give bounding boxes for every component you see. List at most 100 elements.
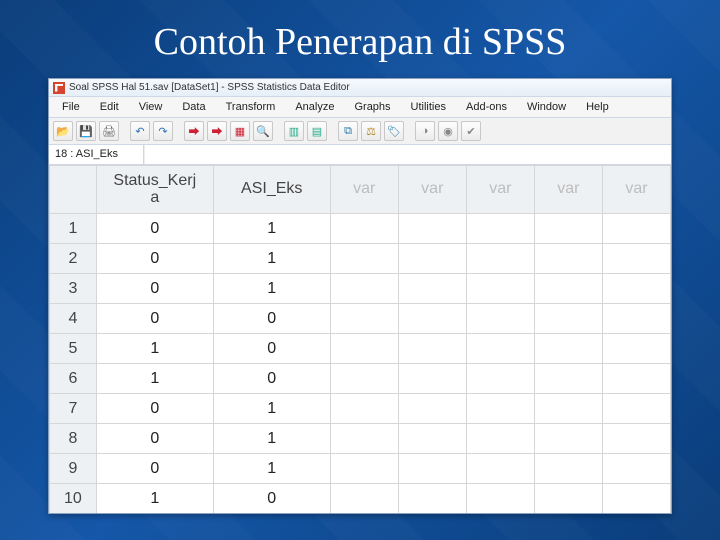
menu-file[interactable]: File [53,99,89,115]
empty-cell[interactable] [534,334,602,364]
empty-cell[interactable] [534,274,602,304]
col-var[interactable]: var [602,166,670,214]
row-header[interactable]: 2 [50,244,97,274]
empty-cell[interactable] [602,334,670,364]
empty-cell[interactable] [602,424,670,454]
empty-cell[interactable] [602,244,670,274]
empty-cell[interactable] [534,484,602,514]
open-icon[interactable]: 📂 [53,121,73,141]
empty-cell[interactable] [330,274,398,304]
spellcheck-icon[interactable]: ✔ [461,121,481,141]
data-cell[interactable]: 0 [96,394,213,424]
empty-cell[interactable] [398,484,466,514]
row-header[interactable]: 9 [50,454,97,484]
empty-cell[interactable] [330,304,398,334]
empty-cell[interactable] [602,394,670,424]
data-cell[interactable]: 0 [96,454,213,484]
menu-edit[interactable]: Edit [91,99,128,115]
data-cell[interactable]: 0 [96,304,213,334]
table-row[interactable]: 201 [50,244,671,274]
redo-icon[interactable]: ↷ [153,121,173,141]
empty-cell[interactable] [466,424,534,454]
empty-cell[interactable] [330,364,398,394]
menu-data[interactable]: Data [173,99,214,115]
empty-cell[interactable] [534,244,602,274]
menu-graphs[interactable]: Graphs [345,99,399,115]
col-status-kerja[interactable]: Status_Kerja [96,166,213,214]
empty-cell[interactable] [466,274,534,304]
data-cell[interactable]: 0 [96,214,213,244]
empty-cell[interactable] [330,334,398,364]
empty-cell[interactable] [534,454,602,484]
empty-cell[interactable] [398,394,466,424]
data-grid[interactable]: Status_Kerja ASI_Eks var var var var var… [49,165,671,513]
row-header[interactable]: 10 [50,484,97,514]
empty-cell[interactable] [602,304,670,334]
goto-var-icon[interactable]: ⮕ [207,121,227,141]
empty-cell[interactable] [534,214,602,244]
col-var[interactable]: var [534,166,602,214]
table-row[interactable]: 101 [50,214,671,244]
split-file-icon[interactable]: ⧉ [338,121,358,141]
find-icon[interactable]: 🔍 [253,121,273,141]
table-row[interactable]: 1010 [50,484,671,514]
row-header[interactable]: 6 [50,364,97,394]
table-row[interactable]: 701 [50,394,671,424]
empty-cell[interactable] [534,304,602,334]
empty-cell[interactable] [534,424,602,454]
col-var[interactable]: var [398,166,466,214]
data-cell[interactable]: 0 [96,424,213,454]
empty-cell[interactable] [330,424,398,454]
data-cell[interactable]: 1 [213,454,330,484]
data-cell[interactable]: 1 [213,214,330,244]
data-cell[interactable]: 1 [213,394,330,424]
data-cell[interactable]: 0 [96,244,213,274]
goto-case-icon[interactable]: ⮕ [184,121,204,141]
empty-cell[interactable] [466,394,534,424]
data-cell[interactable]: 0 [213,334,330,364]
data-cell[interactable]: 1 [96,484,213,514]
menu-help[interactable]: Help [577,99,618,115]
table-row[interactable]: 510 [50,334,671,364]
value-labels-icon[interactable]: 🏷 [384,121,404,141]
data-cell[interactable]: 0 [213,304,330,334]
empty-cell[interactable] [398,244,466,274]
row-header[interactable]: 8 [50,424,97,454]
row-header[interactable]: 7 [50,394,97,424]
undo-icon[interactable]: ↶ [130,121,150,141]
data-cell[interactable]: 1 [96,334,213,364]
print-icon[interactable]: 🖨 [99,121,119,141]
table-row[interactable]: 801 [50,424,671,454]
weight-icon[interactable]: ⚖ [361,121,381,141]
use-sets-icon[interactable]: ◑ [415,121,435,141]
empty-cell[interactable] [466,364,534,394]
table-row[interactable]: 301 [50,274,671,304]
data-cell[interactable]: 0 [213,484,330,514]
empty-cell[interactable] [602,274,670,304]
col-asi-eks[interactable]: ASI_Eks [213,166,330,214]
empty-cell[interactable] [398,274,466,304]
empty-cell[interactable] [466,484,534,514]
row-header[interactable]: 3 [50,274,97,304]
data-cell[interactable]: 1 [213,244,330,274]
data-cell[interactable]: 1 [213,274,330,304]
empty-cell[interactable] [602,484,670,514]
table-row[interactable]: 610 [50,364,671,394]
empty-cell[interactable] [466,244,534,274]
menu-view[interactable]: View [130,99,172,115]
empty-cell[interactable] [330,484,398,514]
empty-cell[interactable] [330,394,398,424]
empty-cell[interactable] [466,454,534,484]
data-cell[interactable]: 0 [96,274,213,304]
save-icon[interactable]: 💾 [76,121,96,141]
menu-transform[interactable]: Transform [217,99,285,115]
empty-cell[interactable] [534,364,602,394]
empty-cell[interactable] [602,364,670,394]
empty-cell[interactable] [398,304,466,334]
insert-case-icon[interactable]: ▤ [307,121,327,141]
data-cell[interactable]: 0 [213,364,330,394]
menu-addons[interactable]: Add-ons [457,99,516,115]
row-header[interactable]: 5 [50,334,97,364]
show-all-icon[interactable]: ◉ [438,121,458,141]
row-header[interactable]: 4 [50,304,97,334]
